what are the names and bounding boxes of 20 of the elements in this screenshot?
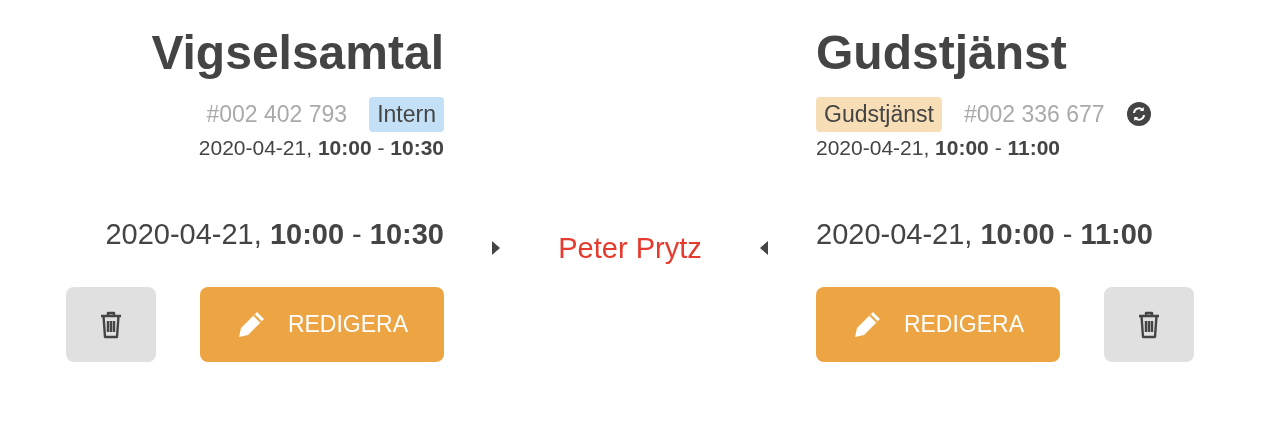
person-name[interactable]: Peter Prytz	[558, 231, 702, 265]
delete-button[interactable]	[1104, 287, 1194, 362]
event-date: 2020-04-21, 10:00 - 10:30	[198, 136, 444, 160]
trash-icon	[1138, 310, 1160, 339]
event-title: Gudstjänst	[816, 25, 1067, 81]
category-tag: Intern	[369, 96, 444, 132]
event-time: 2020-04-21, 10:00 - 10:30	[105, 218, 444, 251]
right-arrow-icon	[492, 241, 500, 255]
left-arrow-icon	[760, 241, 768, 255]
sync-icon[interactable]	[1126, 102, 1151, 126]
event-number: #002 402 793	[206, 100, 348, 128]
trash-icon	[100, 310, 122, 339]
event-date: 2020-04-21, 10:00 - 11:00	[816, 136, 1061, 160]
edit-button[interactable]: REDIGERA	[200, 287, 444, 362]
edit-button[interactable]: REDIGERA	[816, 287, 1060, 362]
event-number: #002 336 677	[963, 100, 1105, 128]
event-time: 2020-04-21, 10:00 - 11:00	[816, 218, 1153, 251]
delete-button[interactable]	[66, 287, 156, 362]
category-tag: Gudstjänst	[816, 96, 942, 132]
event-title: Vigselsamtal	[151, 25, 444, 81]
